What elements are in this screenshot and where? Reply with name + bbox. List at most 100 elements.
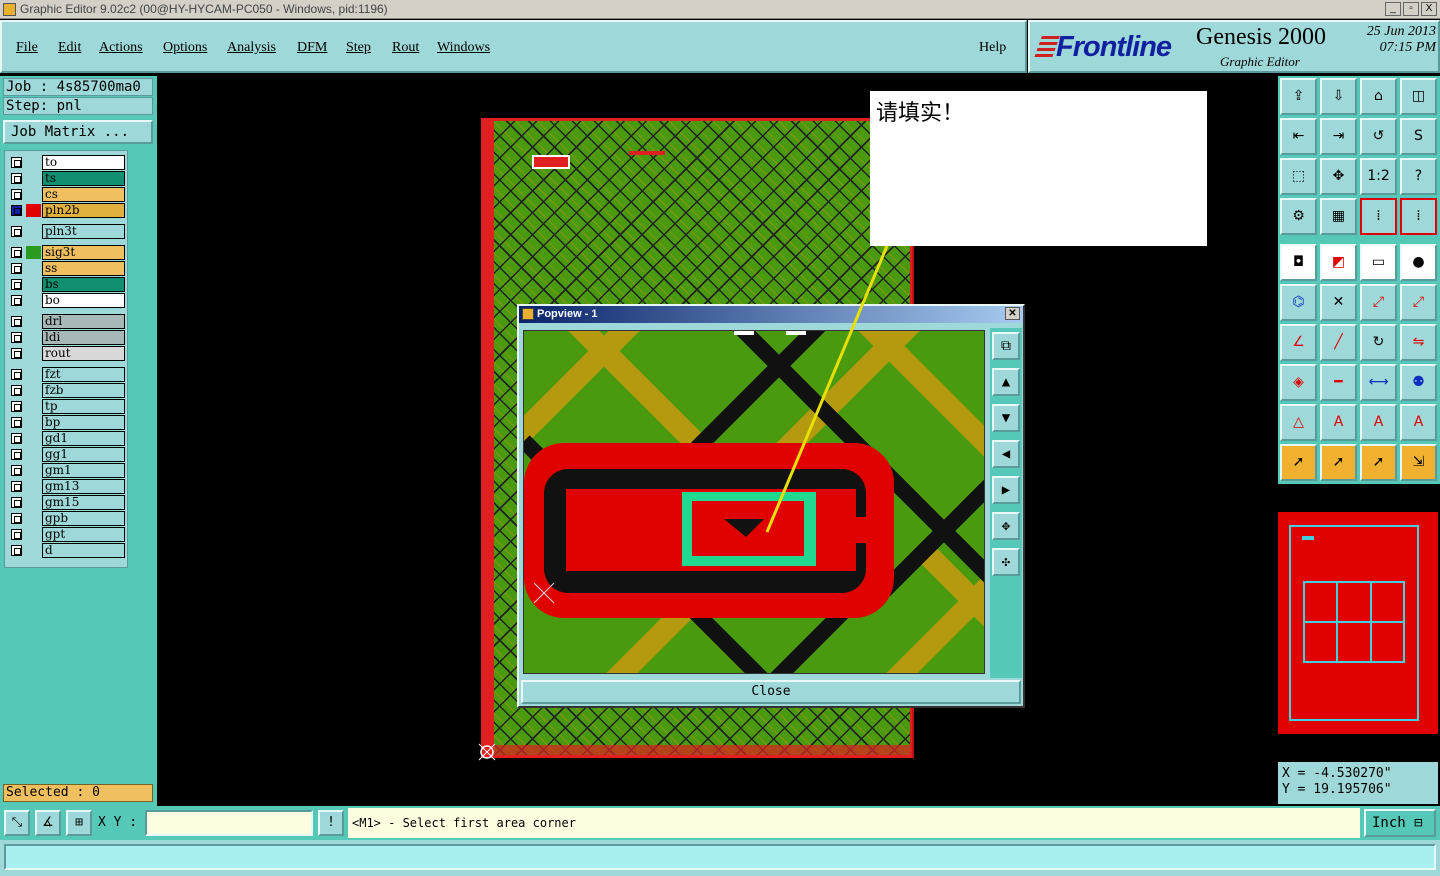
layer-checkbox[interactable] <box>11 529 22 540</box>
layer-checkbox[interactable] <box>11 173 22 184</box>
layer-row-to[interactable]: to <box>7 155 127 170</box>
units-selector[interactable]: Inch ⊟ <box>1364 809 1436 837</box>
layer-name[interactable]: ts <box>42 171 125 186</box>
layer-row-sig3t[interactable]: sig3t <box>7 245 127 260</box>
layer-checkbox[interactable] <box>11 226 22 237</box>
layer-row-gm15[interactable]: gm15 <box>7 495 127 510</box>
layer-row-bo[interactable]: bo <box>7 293 127 308</box>
layer-checkbox[interactable] <box>11 465 22 476</box>
move-point-icon[interactable]: ⤢ <box>1360 284 1397 321</box>
layer-row-pln2b[interactable]: pln2b <box>7 203 127 218</box>
layer-color-swatch[interactable] <box>26 544 41 557</box>
home-icon[interactable]: ⌂ <box>1360 78 1397 115</box>
layer-checkbox[interactable] <box>11 316 22 327</box>
grid-icon[interactable]: ▦ <box>1320 198 1357 235</box>
layer-row-bp[interactable]: bp <box>7 415 127 430</box>
resize-icon[interactable]: ⟷ <box>1360 364 1397 401</box>
layer-name[interactable]: gg1 <box>42 447 125 462</box>
layer-color-swatch[interactable] <box>26 331 41 344</box>
menu-edit[interactable]: Edit <box>58 40 81 56</box>
layer-name[interactable]: drl <box>42 314 125 329</box>
layer-checkbox[interactable] <box>11 369 22 380</box>
popview-close-button[interactable]: Close <box>521 680 1021 704</box>
layer-color-swatch[interactable] <box>26 225 41 238</box>
add-pad-icon[interactable]: ◘ <box>1280 244 1317 281</box>
layer-name[interactable]: gpb <box>42 511 125 526</box>
menu-options[interactable]: Options <box>163 40 207 56</box>
triangle-small-icon[interactable]: △ <box>1280 404 1317 441</box>
measure-pads-icon[interactable]: ⁞ <box>1360 198 1397 235</box>
layer-row-tp[interactable]: tp <box>7 399 127 414</box>
rotate-icon[interactable]: ↺ <box>1360 118 1397 155</box>
layer-color-swatch[interactable] <box>26 528 41 541</box>
layer-row-pln3t[interactable]: pln3t <box>7 224 127 239</box>
zoom-in-icon[interactable]: ✥ <box>992 512 1020 540</box>
layer-checkbox[interactable] <box>11 449 22 460</box>
move-feature-icon[interactable]: ⤢ <box>1400 284 1437 321</box>
layer-checkbox[interactable] <box>11 401 22 412</box>
pads-group-icon[interactable]: ⚉ <box>1400 364 1437 401</box>
layer-row-bs[interactable]: bs <box>7 277 127 292</box>
zoom-area-icon[interactable]: ⤡ <box>4 810 30 836</box>
layer-checkbox[interactable] <box>11 417 22 428</box>
layer-row-cs[interactable]: cs <box>7 187 127 202</box>
layer-color-swatch[interactable] <box>26 384 41 397</box>
xy-input[interactable] <box>145 810 313 836</box>
maximize-button[interactable]: ▫ <box>1403 2 1419 16</box>
menu-step[interactable]: Step <box>346 40 371 56</box>
layer-checkbox[interactable] <box>11 332 22 343</box>
layer-checkbox[interactable] <box>11 205 22 216</box>
layer-checkbox[interactable] <box>11 157 22 168</box>
layer-name[interactable]: pln3t <box>42 224 125 239</box>
job-matrix-button[interactable]: Job Matrix ... <box>3 120 153 144</box>
layer-name[interactable]: fzb <box>42 383 125 398</box>
layer-checkbox[interactable] <box>11 279 22 290</box>
layer-name[interactable]: ss <box>42 261 125 276</box>
layer-name[interactable]: gd1 <box>42 431 125 446</box>
connect-icon[interactable]: ⌬ <box>1280 284 1317 321</box>
layer-row-drl[interactable]: drl <box>7 314 127 329</box>
layer-color-swatch[interactable] <box>26 432 41 445</box>
arc-icon[interactable]: ↻ <box>1360 324 1397 361</box>
save-job-icon[interactable]: ⇩ <box>1320 78 1357 115</box>
fit-screen-icon[interactable]: ⬚ <box>1280 158 1317 195</box>
add-line-icon[interactable]: ◩ <box>1320 244 1357 281</box>
layer-checkbox[interactable] <box>11 497 22 508</box>
layer-name[interactable]: gm1 <box>42 463 125 478</box>
layer-name[interactable]: rout <box>42 346 125 361</box>
split-view-icon[interactable]: ◫ <box>1400 78 1437 115</box>
layer-color-swatch[interactable] <box>26 188 41 201</box>
layer-checkbox[interactable] <box>11 348 22 359</box>
layer-name[interactable]: d <box>42 543 125 558</box>
slash-icon[interactable]: ╱ <box>1320 324 1357 361</box>
zoom-out-icon[interactable]: ✣ <box>992 548 1020 576</box>
layer-color-swatch[interactable] <box>26 347 41 360</box>
layer-row-gd1[interactable]: gd1 <box>7 431 127 446</box>
layer-name[interactable]: to <box>42 155 125 170</box>
layer-row-gm13[interactable]: gm13 <box>7 479 127 494</box>
layer-color-swatch[interactable] <box>26 480 41 493</box>
cross-icon[interactable]: ✕ <box>1320 284 1357 321</box>
minimize-button[interactable]: _ <box>1385 2 1401 16</box>
popview-canvas[interactable] <box>523 330 985 674</box>
layer-color-swatch[interactable] <box>26 204 41 217</box>
layer-name[interactable]: cs <box>42 187 125 202</box>
layer-checkbox[interactable] <box>11 433 22 444</box>
layer-row-ldi[interactable]: ldi <box>7 330 127 345</box>
close-window-button[interactable]: X <box>1421 2 1437 16</box>
layer-row-fzt[interactable]: fzt <box>7 367 127 382</box>
layer-row-ss[interactable]: ss <box>7 261 127 276</box>
layer-color-swatch[interactable] <box>26 496 41 509</box>
layer-name[interactable]: tp <box>42 399 125 414</box>
graphic-canvas[interactable]: 请填实！ Popview - 1 ✕ ⧉ ▲ ▼ ◀ ▶ ✥ ✣ Close <box>157 76 1277 806</box>
popview-close-icon[interactable]: ✕ <box>1005 307 1020 320</box>
layer-name[interactable]: bo <box>42 293 125 308</box>
ruler-icon[interactable]: ▭ <box>1360 244 1397 281</box>
pan-left-icon[interactable]: ◀ <box>992 440 1020 468</box>
query-icon[interactable]: ? <box>1400 158 1437 195</box>
layer-row-gg1[interactable]: gg1 <box>7 447 127 462</box>
layer-name[interactable]: bs <box>42 277 125 292</box>
layer-checkbox[interactable] <box>11 385 22 396</box>
angle-icon[interactable]: ∠ <box>1280 324 1317 361</box>
zoom-window-icon[interactable]: ⧉ <box>992 332 1020 360</box>
